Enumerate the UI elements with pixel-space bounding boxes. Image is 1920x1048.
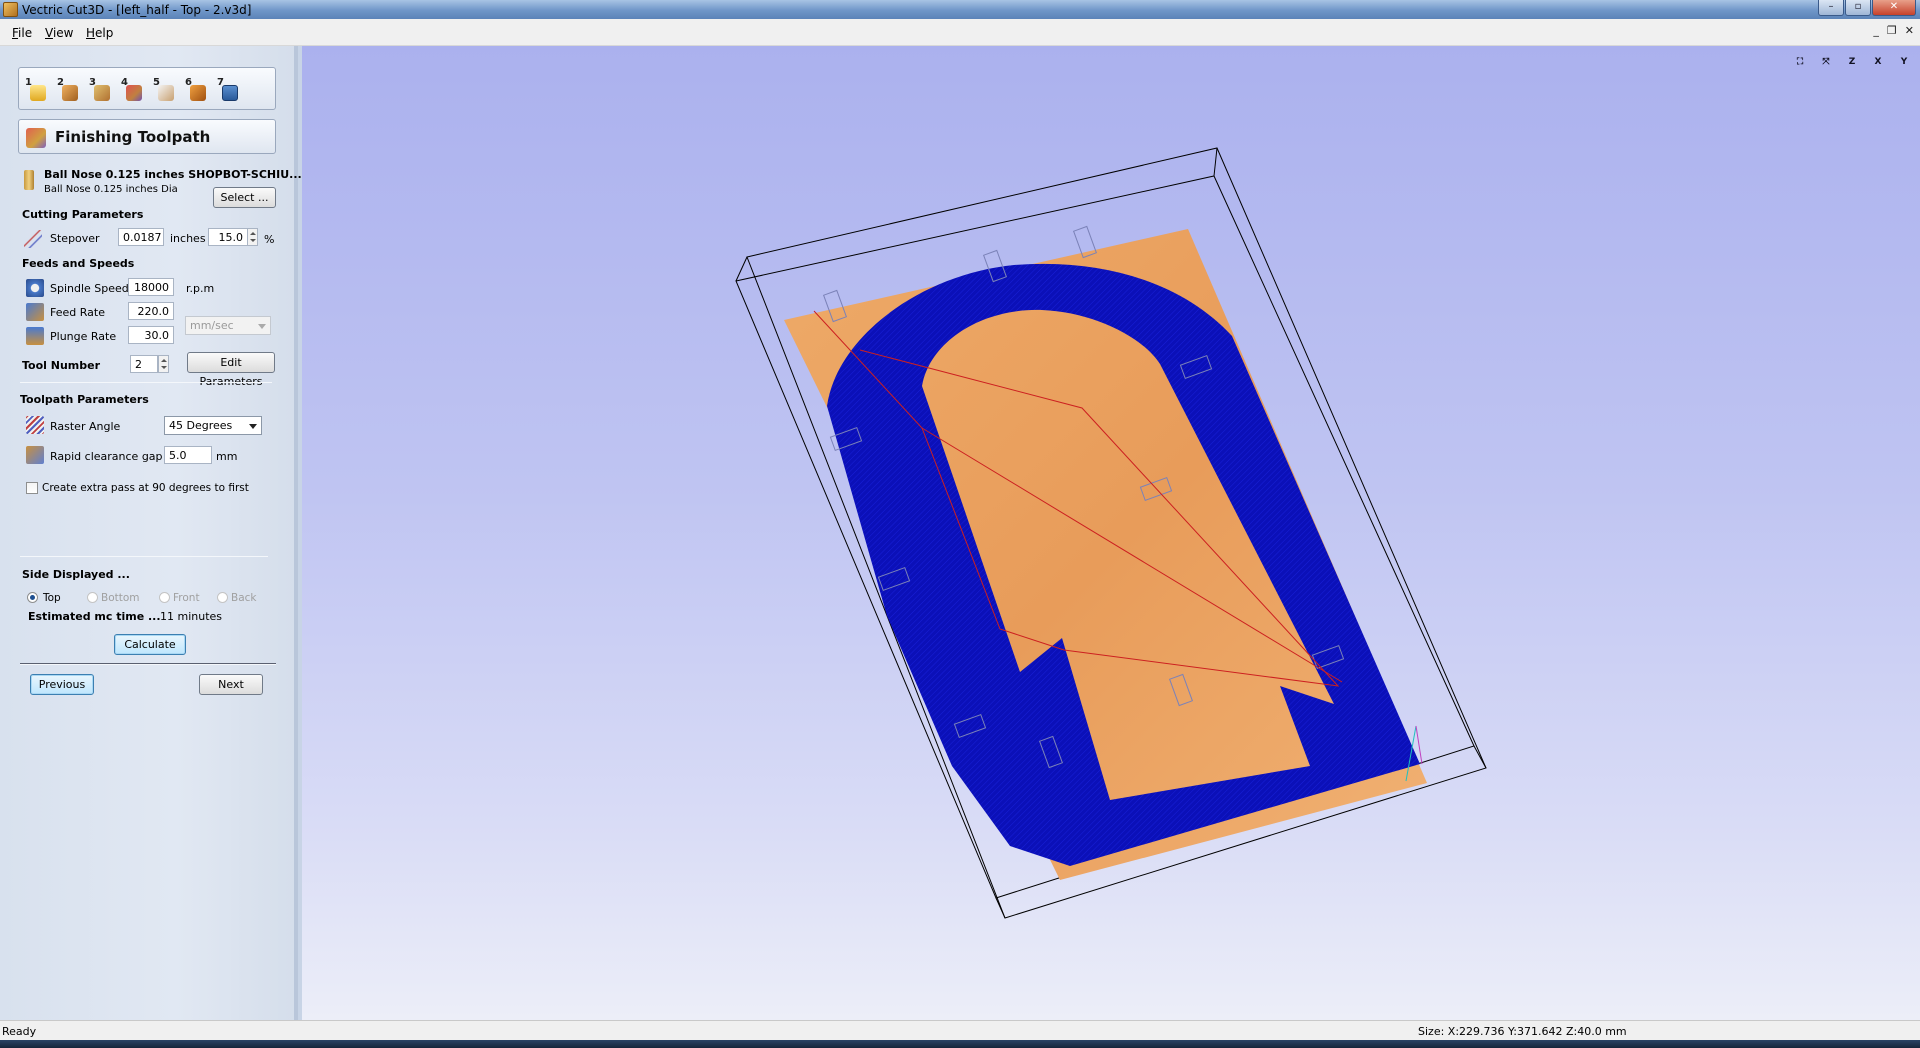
stepover-unit: inches (170, 232, 206, 245)
finishing-toolpath-icon (26, 128, 46, 148)
model-view (735, 147, 1487, 919)
close-button[interactable]: ✕ (1872, 0, 1916, 16)
side-back-radio[interactable] (217, 592, 228, 603)
maximize-button[interactable]: ▫ (1845, 0, 1871, 16)
step-5-cutout-icon[interactable]: 5 (153, 77, 177, 103)
side-front-label: Front (173, 592, 200, 604)
divider (20, 382, 272, 383)
minimize-button[interactable]: – (1818, 0, 1844, 16)
side-bottom-label: Bottom (101, 592, 140, 604)
previous-button[interactable]: Previous (30, 674, 94, 695)
divider (20, 556, 268, 557)
rate-units-select[interactable]: mm/sec (185, 316, 271, 335)
window-title: Vectric Cut3D - [left_half - Top - 2.v3d… (22, 3, 252, 17)
menu-bar: File View Help _ ❐ ✕ (0, 19, 1920, 46)
raster-angle-icon (26, 416, 44, 434)
plunge-rate-icon (26, 327, 44, 345)
feed-rate-field[interactable]: 220.0 (128, 302, 174, 320)
edit-parameters-button[interactable]: Edit Parameters (187, 352, 275, 388)
spindle-speed-label: Spindle Speed (50, 282, 129, 295)
spindle-speed-icon (26, 279, 44, 297)
select-tool-button[interactable]: Select ... (213, 187, 276, 208)
toolpath-parameters-heading: Toolpath Parameters (20, 393, 149, 406)
side-front-radio[interactable] (159, 592, 170, 603)
toolpath-panel: 1 2 3 4 5 6 7 Finishing Toolpath Ball No… (0, 46, 302, 1020)
extra-pass-label: Create extra pass at 90 degrees to first (42, 482, 249, 494)
stepover-field[interactable]: 0.0187 (118, 228, 164, 246)
panel-title: Finishing Toolpath (55, 128, 211, 146)
doc-restore-icon[interactable]: ❐ (1887, 24, 1897, 37)
spindle-speed-unit: r.p.m (186, 282, 215, 295)
stepover-icon (24, 230, 42, 248)
side-displayed-heading: Side Displayed ... (22, 568, 130, 581)
tool-description: Ball Nose 0.125 inches Dia (44, 184, 178, 195)
raster-angle-label: Raster Angle (50, 420, 121, 433)
step-6-preview-icon[interactable]: 6 (185, 77, 209, 103)
step-3-roughing-icon[interactable]: 3 (89, 77, 113, 103)
feed-rate-label: Feed Rate (50, 306, 105, 319)
rapid-clearance-label: Rapid clearance gap (50, 450, 163, 463)
rapid-clearance-icon (26, 446, 44, 464)
side-top-label: Top (43, 592, 61, 604)
ball-nose-tool-icon (24, 170, 34, 190)
stepover-label: Stepover (50, 232, 100, 245)
step-2-orient-icon[interactable]: 2 (57, 77, 81, 103)
raster-angle-select[interactable]: 45 Degrees (164, 416, 262, 435)
spindle-speed-field[interactable]: 18000 (128, 278, 174, 296)
percent-sign: % (264, 233, 275, 246)
menu-view[interactable]: View (45, 26, 73, 40)
cutting-parameters-heading: Cutting Parameters (22, 208, 144, 221)
calculate-button[interactable]: Calculate (114, 634, 186, 655)
document-window-controls: _ ❐ ✕ (1873, 24, 1914, 37)
tool-name: Ball Nose 0.125 inches SHOPBOT-SCHIU... (44, 168, 302, 181)
status-bar: Ready Size: X:229.736 Y:371.642 Z:40.0 m… (0, 1020, 1920, 1040)
feed-rate-icon (26, 303, 44, 321)
next-button[interactable]: Next (199, 674, 263, 695)
window-controls: – ▫ ✕ (1818, 0, 1916, 18)
stepover-percent-field[interactable]: 15.0 (208, 228, 248, 246)
menu-file[interactable]: File (12, 26, 32, 40)
stepover-percent-spinner[interactable] (247, 228, 258, 246)
doc-minimize-icon[interactable]: _ (1873, 24, 1879, 37)
app-icon (3, 2, 18, 17)
side-bottom-radio[interactable] (87, 592, 98, 603)
estimated-time-value: 11 minutes (160, 610, 223, 623)
estimated-time-label: Estimated mc time ... (28, 610, 161, 623)
status-text: Ready (2, 1025, 37, 1038)
tool-number-label: Tool Number (22, 359, 101, 372)
rapid-clearance-field[interactable]: 5.0 (164, 446, 212, 464)
side-back-label: Back (231, 592, 257, 604)
divider (20, 663, 276, 665)
title-bar: Vectric Cut3D - [left_half - Top - 2.v3d… (0, 0, 1920, 19)
plunge-rate-label: Plunge Rate (50, 330, 117, 343)
model-size-readout: Size: X:229.736 Y:371.642 Z:40.0 mm (1418, 1025, 1627, 1038)
app-window: Vectric Cut3D - [left_half - Top - 2.v3d… (0, 0, 1920, 1048)
step-7-save-icon[interactable]: 7 (217, 77, 241, 103)
side-top-radio[interactable] (27, 592, 38, 603)
extra-pass-checkbox[interactable] (26, 482, 38, 494)
step-1-open-icon[interactable]: 1 (25, 77, 49, 103)
tool-number-spinner[interactable] (158, 355, 169, 373)
plunge-rate-field[interactable]: 30.0 (128, 326, 174, 344)
3d-viewport[interactable]: ⛶ ⤧ Z X Y (302, 46, 1920, 1020)
tool-number-field[interactable]: 2 (130, 355, 158, 373)
wizard-step-toolbar: 1 2 3 4 5 6 7 (18, 67, 276, 110)
feeds-speeds-heading: Feeds and Speeds (22, 257, 135, 270)
menu-help[interactable]: Help (86, 26, 113, 40)
rapid-clearance-unit: mm (216, 450, 238, 463)
taskbar (0, 1040, 1920, 1048)
panel-header: Finishing Toolpath (18, 119, 276, 154)
step-4-finishing-icon[interactable]: 4 (121, 77, 145, 103)
doc-close-icon[interactable]: ✕ (1905, 24, 1914, 37)
